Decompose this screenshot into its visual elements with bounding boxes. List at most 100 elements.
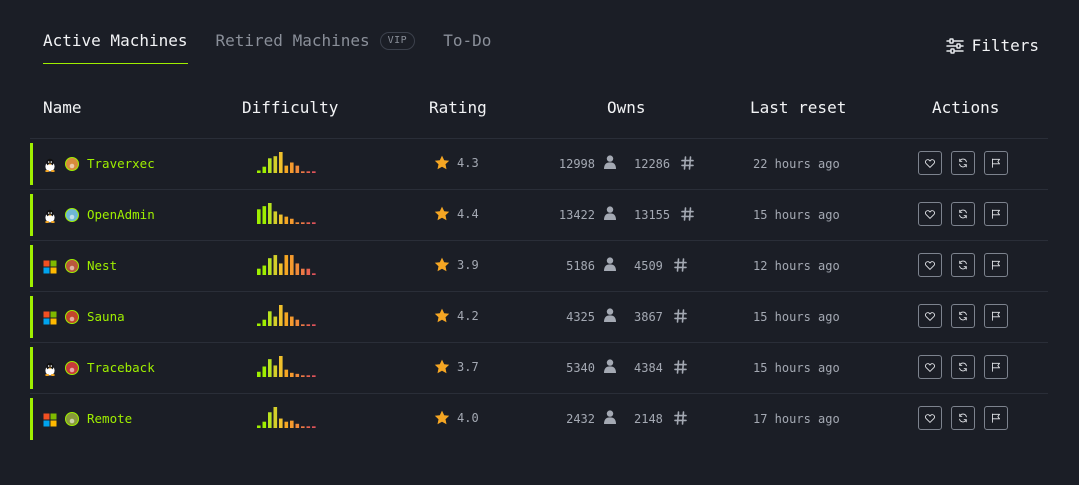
machine-name-link[interactable]: Sauna (87, 309, 125, 324)
reset-machine-button[interactable] (951, 151, 975, 175)
heart-icon (925, 362, 935, 372)
favorite-button[interactable] (918, 151, 942, 175)
hash-icon (674, 258, 687, 272)
report-flag-button[interactable] (984, 151, 1008, 175)
difficulty-bar (301, 268, 305, 275)
difficulty-bar (295, 263, 300, 275)
favorite-button[interactable] (918, 202, 942, 226)
refresh-icon (959, 158, 967, 168)
reset-machine-button[interactable] (951, 406, 975, 430)
favorite-button[interactable] (918, 304, 942, 328)
machine-name-link[interactable]: Traceback (87, 360, 155, 375)
favorite-button[interactable] (918, 406, 942, 430)
machine-avatar (65, 412, 79, 426)
column-header-name[interactable]: Name (43, 98, 82, 117)
machine-name-link[interactable]: Remote (87, 411, 132, 426)
tab-todo[interactable]: To-Do (443, 26, 491, 63)
difficulty-bar (273, 365, 278, 377)
difficulty-bar (290, 316, 294, 326)
difficulty-bar (273, 255, 278, 275)
tab-active-machines[interactable]: Active Machines (43, 26, 188, 64)
report-flag-button[interactable] (984, 202, 1008, 226)
flag-icon (992, 362, 1000, 372)
user-icon (604, 410, 616, 424)
tab-retired-machines[interactable]: Retired Machines VIP (216, 26, 416, 63)
row-accent-bar (30, 143, 33, 185)
reset-machine-button[interactable] (951, 355, 975, 379)
table-row[interactable]: Remote 4.0 2432 2148 17 hours ago (30, 394, 1048, 444)
difficulty-bar (268, 258, 272, 275)
difficulty-bar (262, 319, 267, 326)
machine-name-link[interactable]: Nest (87, 258, 117, 273)
report-flag-button[interactable] (984, 406, 1008, 430)
machine-name-link[interactable]: Traverxec (87, 156, 155, 171)
last-reset-time: 22 hours ago (753, 157, 840, 171)
linux-penguin-icon (43, 361, 57, 376)
user-icon (604, 155, 616, 169)
column-header-last-reset[interactable]: Last reset (750, 98, 846, 117)
column-header-difficulty[interactable]: Difficulty (242, 98, 338, 117)
tab-label: Retired Machines (215, 31, 370, 50)
linux-penguin-icon (43, 157, 57, 172)
difficulty-bar (312, 324, 316, 326)
difficulty-bar (312, 171, 316, 173)
report-flag-button[interactable] (984, 355, 1008, 379)
table-row[interactable]: Nest 3.9 5186 4509 12 hours ago (30, 241, 1048, 292)
table-row[interactable]: Sauna 4.2 4325 3867 15 hours ago (30, 292, 1048, 343)
difficulty-bar (312, 222, 316, 224)
difficulty-bar (312, 375, 316, 377)
difficulty-bar (290, 162, 294, 173)
last-reset-time: 12 hours ago (753, 259, 840, 273)
table-row[interactable]: Traceback 3.7 5340 4384 15 hours ago (30, 343, 1048, 394)
table-row[interactable]: OpenAdmin 4.4 13422 13155 15 hours ago (30, 190, 1048, 241)
favorite-button[interactable] (918, 355, 942, 379)
refresh-icon (959, 209, 967, 219)
difficulty-bar (257, 170, 261, 173)
difficulty-bar (301, 375, 305, 377)
machine-avatar (65, 208, 79, 222)
rating: 4.3 (434, 155, 479, 170)
root-owns-count: 13155 (634, 208, 671, 222)
last-reset-time: 15 hours ago (753, 361, 840, 375)
machine-avatar (65, 157, 79, 171)
difficulty-bar (279, 356, 283, 377)
difficulty-bar (301, 222, 305, 224)
favorite-button[interactable] (918, 253, 942, 277)
root-owns-count: 4384 (634, 361, 663, 375)
difficulty-bar (257, 268, 261, 275)
windows-logo-icon (43, 412, 57, 427)
column-header-rating[interactable]: Rating (429, 98, 487, 117)
rating-value: 4.2 (457, 308, 479, 323)
flag-icon (992, 158, 1000, 168)
root-owns-count: 3867 (634, 310, 663, 324)
filters-button[interactable]: Filters (945, 36, 1039, 55)
star-icon (434, 359, 450, 374)
refresh-icon (959, 260, 967, 270)
report-flag-button[interactable] (984, 304, 1008, 328)
difficulty-bar (279, 214, 283, 224)
reset-machine-button[interactable] (951, 202, 975, 226)
row-accent-bar (30, 347, 33, 389)
difficulty-chart (257, 356, 316, 377)
difficulty-bar (268, 203, 272, 224)
difficulty-bar (301, 171, 305, 173)
table-row[interactable]: Traverxec 4.3 12998 12286 22 hours ago (30, 139, 1048, 190)
vip-badge: VIP (379, 32, 416, 50)
report-flag-button[interactable] (984, 253, 1008, 277)
column-header-owns[interactable]: Owns (607, 98, 646, 117)
heart-icon (925, 209, 935, 219)
user-owns-count: 5340 (566, 361, 595, 375)
machine-name-link[interactable]: OpenAdmin (87, 207, 155, 222)
hash-icon (681, 207, 694, 221)
flag-icon (992, 260, 1000, 270)
star-icon (434, 206, 450, 221)
reset-machine-button[interactable] (951, 304, 975, 328)
reset-machine-button[interactable] (951, 253, 975, 277)
rating: 3.9 (434, 257, 479, 272)
difficulty-bar (290, 372, 294, 377)
difficulty-bar (295, 373, 300, 377)
star-icon (434, 155, 450, 170)
last-reset-time: 15 hours ago (753, 310, 840, 324)
machine-avatar (65, 259, 79, 273)
difficulty-bar (295, 423, 300, 428)
